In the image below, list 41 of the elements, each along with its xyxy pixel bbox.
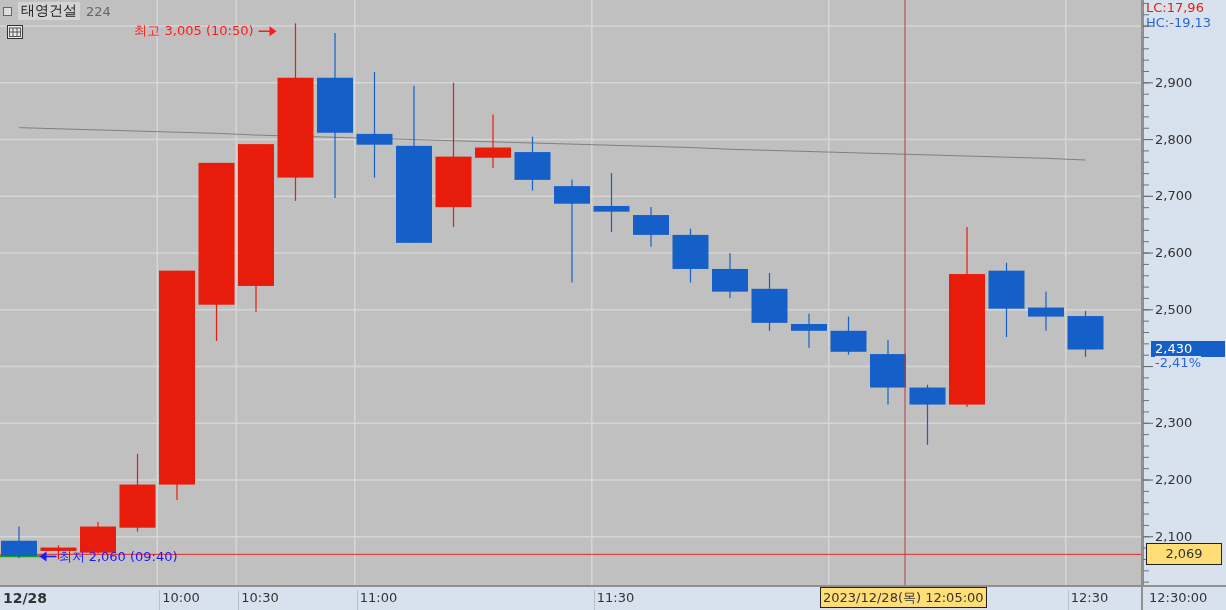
y-axis-label: 2,300: [1155, 415, 1193, 432]
y-axis-label: 2,100: [1155, 528, 1193, 545]
candlestick: [791, 313, 827, 349]
candlestick: [712, 252, 748, 299]
x-axis-label: 10:00: [159, 590, 200, 610]
candlestick: [909, 384, 946, 446]
candlestick: [1, 525, 37, 559]
y-axis-label: 2,200: [1155, 472, 1193, 488]
candlestick: [1067, 310, 1104, 358]
candlestick: [672, 228, 709, 284]
date-label: 12/28: [3, 590, 48, 606]
crosshair-time-tag: 2023/12/28(목) 12:05:00: [820, 587, 987, 608]
y-axis-label: 2,800: [1155, 131, 1193, 148]
candlestick: [514, 136, 551, 192]
indicator-value: LC:17,96: [1146, 0, 1204, 15]
y-axis-label: 2,600: [1155, 245, 1193, 262]
y-axis-label: 2,500: [1155, 301, 1193, 318]
axis-time-label: 12:30:00: [1141, 585, 1226, 610]
candlestick: [830, 316, 867, 356]
candlestick: [633, 206, 669, 248]
candlestick: [751, 272, 788, 332]
checkbox-icon[interactable]: [3, 6, 12, 16]
reference-price-tag: 2,069: [1146, 543, 1222, 566]
x-axis-label: 11:30: [593, 590, 635, 610]
x-axis-label: 10:30: [238, 590, 279, 610]
table-icon[interactable]: [7, 25, 23, 39]
stock-name: 태영건설: [18, 2, 80, 20]
candlestick: [1028, 291, 1064, 332]
indicator-value: HC:-19,13: [1146, 15, 1212, 30]
last-price-tag: 2,430: [1151, 340, 1225, 357]
x-axis-label: 11:00: [356, 590, 398, 610]
candlestick: [593, 172, 630, 233]
candlestick: [475, 114, 511, 169]
y-axis-label: 2,700: [1155, 188, 1193, 205]
y-axis-label: 2,900: [1155, 74, 1193, 91]
candlestick: [870, 339, 906, 406]
arrow-right-icon: [257, 26, 277, 37]
stock-count: 224: [86, 3, 111, 19]
arrow-left-icon: [39, 551, 58, 562]
annotation-label: 최고 3,005 (10:50): [134, 23, 254, 39]
x-axis-label: 12:30: [1067, 590, 1109, 610]
